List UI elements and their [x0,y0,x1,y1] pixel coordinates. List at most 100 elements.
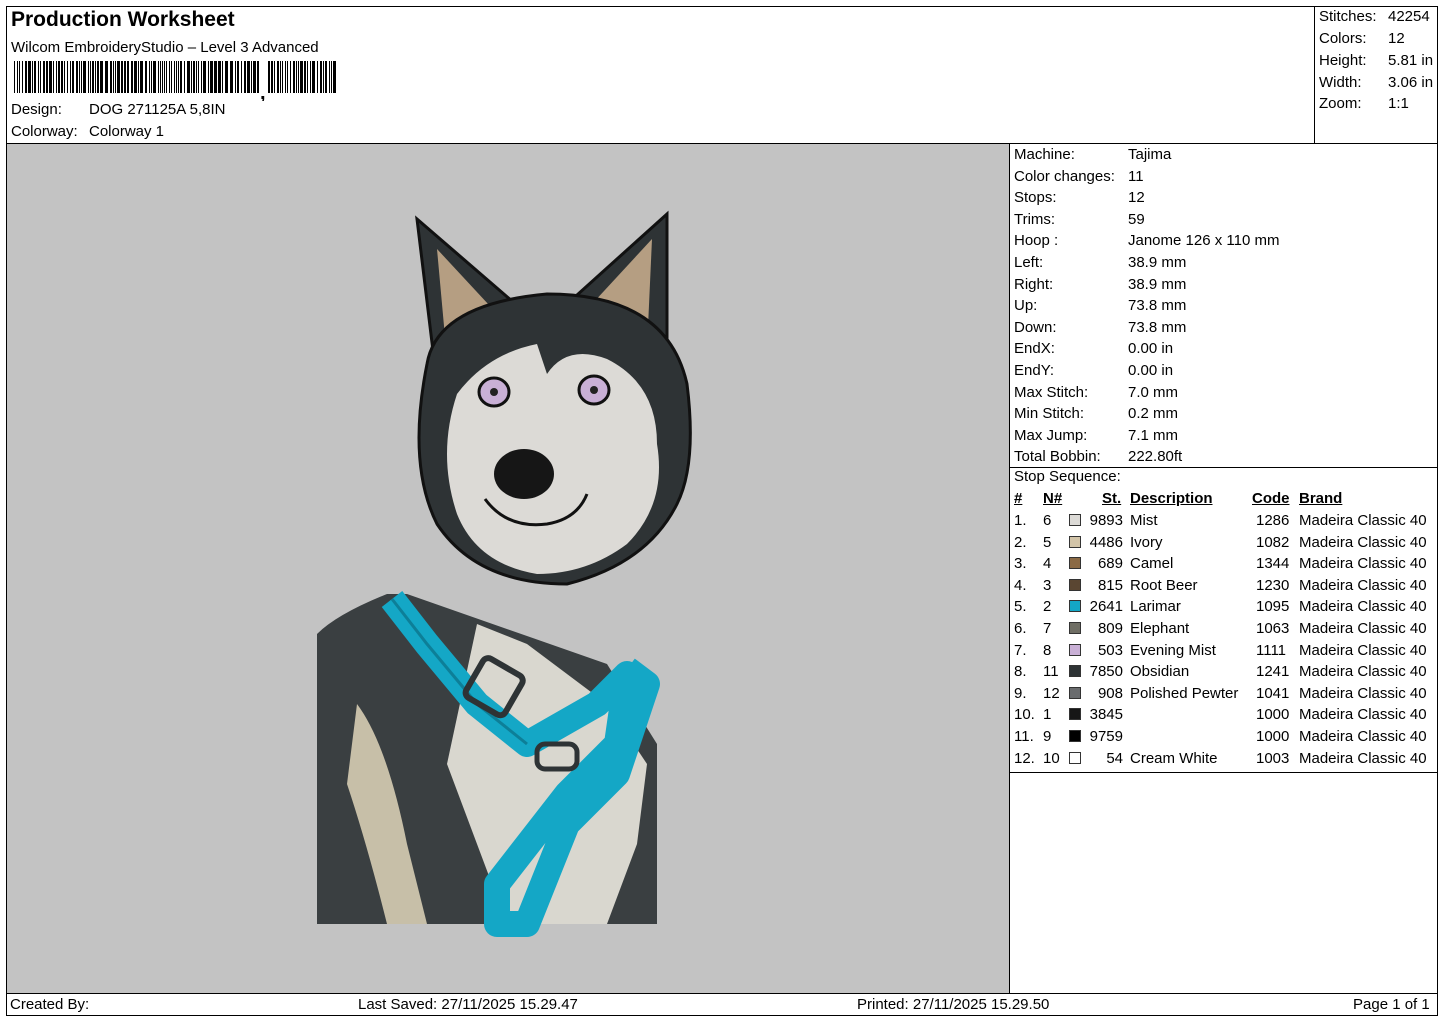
barcode-bar [251,61,252,93]
sequence-brand: Madeira Classic 40 [1299,512,1427,529]
height-label: Height: [1319,52,1367,69]
barcode-bar [92,61,94,93]
sequence-desc: Root Beer [1130,576,1198,594]
sequence-st: 4486 [1089,533,1123,551]
sequence-row: 7. 8 503 Evening Mist 1111 Madeira Classic 40 [1010,642,1438,663]
barcode-bar [56,61,57,93]
sequence-st: 809 [1097,620,1123,637]
barcode-bar [121,61,123,93]
info-value: 11 [1128,167,1144,185]
barcode-bar [64,61,65,93]
sequence-brand: Madeira Classic 40 [1299,555,1427,573]
zoom-value: 1:1 [1388,95,1409,112]
barcode-bar [174,61,175,93]
sequence-row: 2. 5 4486 Ivory 1082 Madeira Classic 40 [1010,534,1438,555]
barcode-bar [149,61,150,93]
barcode-bar [61,61,63,93]
info-value: 73.8 mm [1128,318,1187,336]
barcode-bar [184,61,185,93]
info-value: 0.00 in [1128,340,1174,358]
barcode-bar [32,61,33,93]
sequence-desc: Camel [1130,555,1174,573]
barcode-bar [19,61,20,93]
barcode-bar [83,61,86,93]
barcode-bar [110,61,112,93]
info-value: 0.2 mm [1128,405,1179,423]
sequence-idx: 7. [1014,641,1027,659]
barcode-bar [180,61,182,93]
sequence-idx: 5. [1014,598,1027,616]
info-label: Right: [1014,275,1054,293]
barcode-bar [257,61,259,93]
barcode-bar [79,61,80,93]
col-header-index: # [1014,490,1023,507]
sequence-divider [1009,772,1438,773]
sequence-brand: Madeira Classic 40 [1299,728,1427,745]
sequence-row: 9. 12 908 Polished Pewter 1041 Madeira Classi… [1010,685,1438,706]
color-swatch [1069,643,1081,656]
sequence-st: 908 [1097,684,1123,702]
barcode-bar [17,61,18,93]
barcode-bar [34,61,36,93]
sequence-desc: Ivory [1130,533,1163,551]
col-header-brand: Brand [1299,490,1343,507]
barcode-bar [253,61,256,93]
barcode-bar [72,61,74,93]
sequence-n: 11 [1043,663,1059,681]
stop-sequence-title: Stop Sequence: [1014,468,1121,485]
info-label: Trims: [1014,210,1056,228]
sequence-code: 1000 [1256,706,1290,724]
color-swatch [1069,514,1081,526]
barcode-bar [271,61,273,93]
sequence-st: 9759 [1089,728,1123,745]
info-value: 7.0 mm [1128,383,1179,401]
barcode-bar [287,61,288,93]
header: Production Worksheet Wilcom EmbroiderySt… [6,6,1314,143]
sequence-idx: 11. [1014,728,1034,745]
sequence-st: 2641 [1089,598,1123,616]
barcode-bar [196,61,197,93]
info-value: Tajima [1128,146,1172,163]
barcode-bar [138,61,139,93]
info-label: Stops: [1014,189,1057,207]
col-header-description: Description [1130,490,1213,507]
sequence-brand: Madeira Classic 40 [1299,706,1427,724]
sequence-desc: Polished Pewter [1130,684,1239,702]
barcode-bar [241,61,242,93]
barcode-bar [307,61,308,93]
barcode-bar [325,61,327,93]
barcode-bar [244,61,246,93]
barcode-bar [317,61,318,93]
sequence-n: 1 [1043,706,1052,724]
col-header-needle: N# [1043,490,1063,507]
info-value: 59 [1128,210,1145,228]
barcode-bar [38,61,39,93]
sequence-code: 1000 [1256,728,1290,745]
barcode-bar [208,61,209,93]
software-subtitle: Wilcom EmbroideryStudio – Level 3 Advanc… [11,39,319,56]
info-value: 7.1 mm [1128,426,1179,444]
husky-embroidery-image [317,210,692,937]
barcode-bar [329,61,330,93]
info-label: Down: [1014,318,1057,336]
design-label: Design: [11,101,62,118]
info-label: Machine: [1014,146,1075,163]
color-swatch [1069,578,1081,591]
barcode-bar [247,61,250,93]
last-saved: Last Saved: 27/11/2025 15.29.47 [358,996,578,1013]
barcode-bar [28,61,31,93]
sequence-row: 11. 9 9759 1000 Madeira Classic 40 [1010,728,1438,749]
sequence-row: 10. 1 3845 1000 Madeira Classic 40 [1010,706,1438,727]
page-number: Page 1 of 1 [1353,996,1430,1013]
barcode-bar [49,61,52,93]
barcode-bar [88,61,89,93]
barcode-image: , [14,61,336,101]
barcode-bar [290,61,291,93]
barcode-bar [140,61,143,93]
col-header-code: Code [1252,490,1290,507]
summary-width: Width: 3.06 in [1319,74,1433,91]
info-value: 38.9 mm [1128,254,1187,271]
printed-date: Printed: 27/11/2025 15.29.50 [857,996,1050,1013]
sequence-code: 1041 [1256,684,1290,702]
sequence-desc: Elephant [1130,620,1190,637]
